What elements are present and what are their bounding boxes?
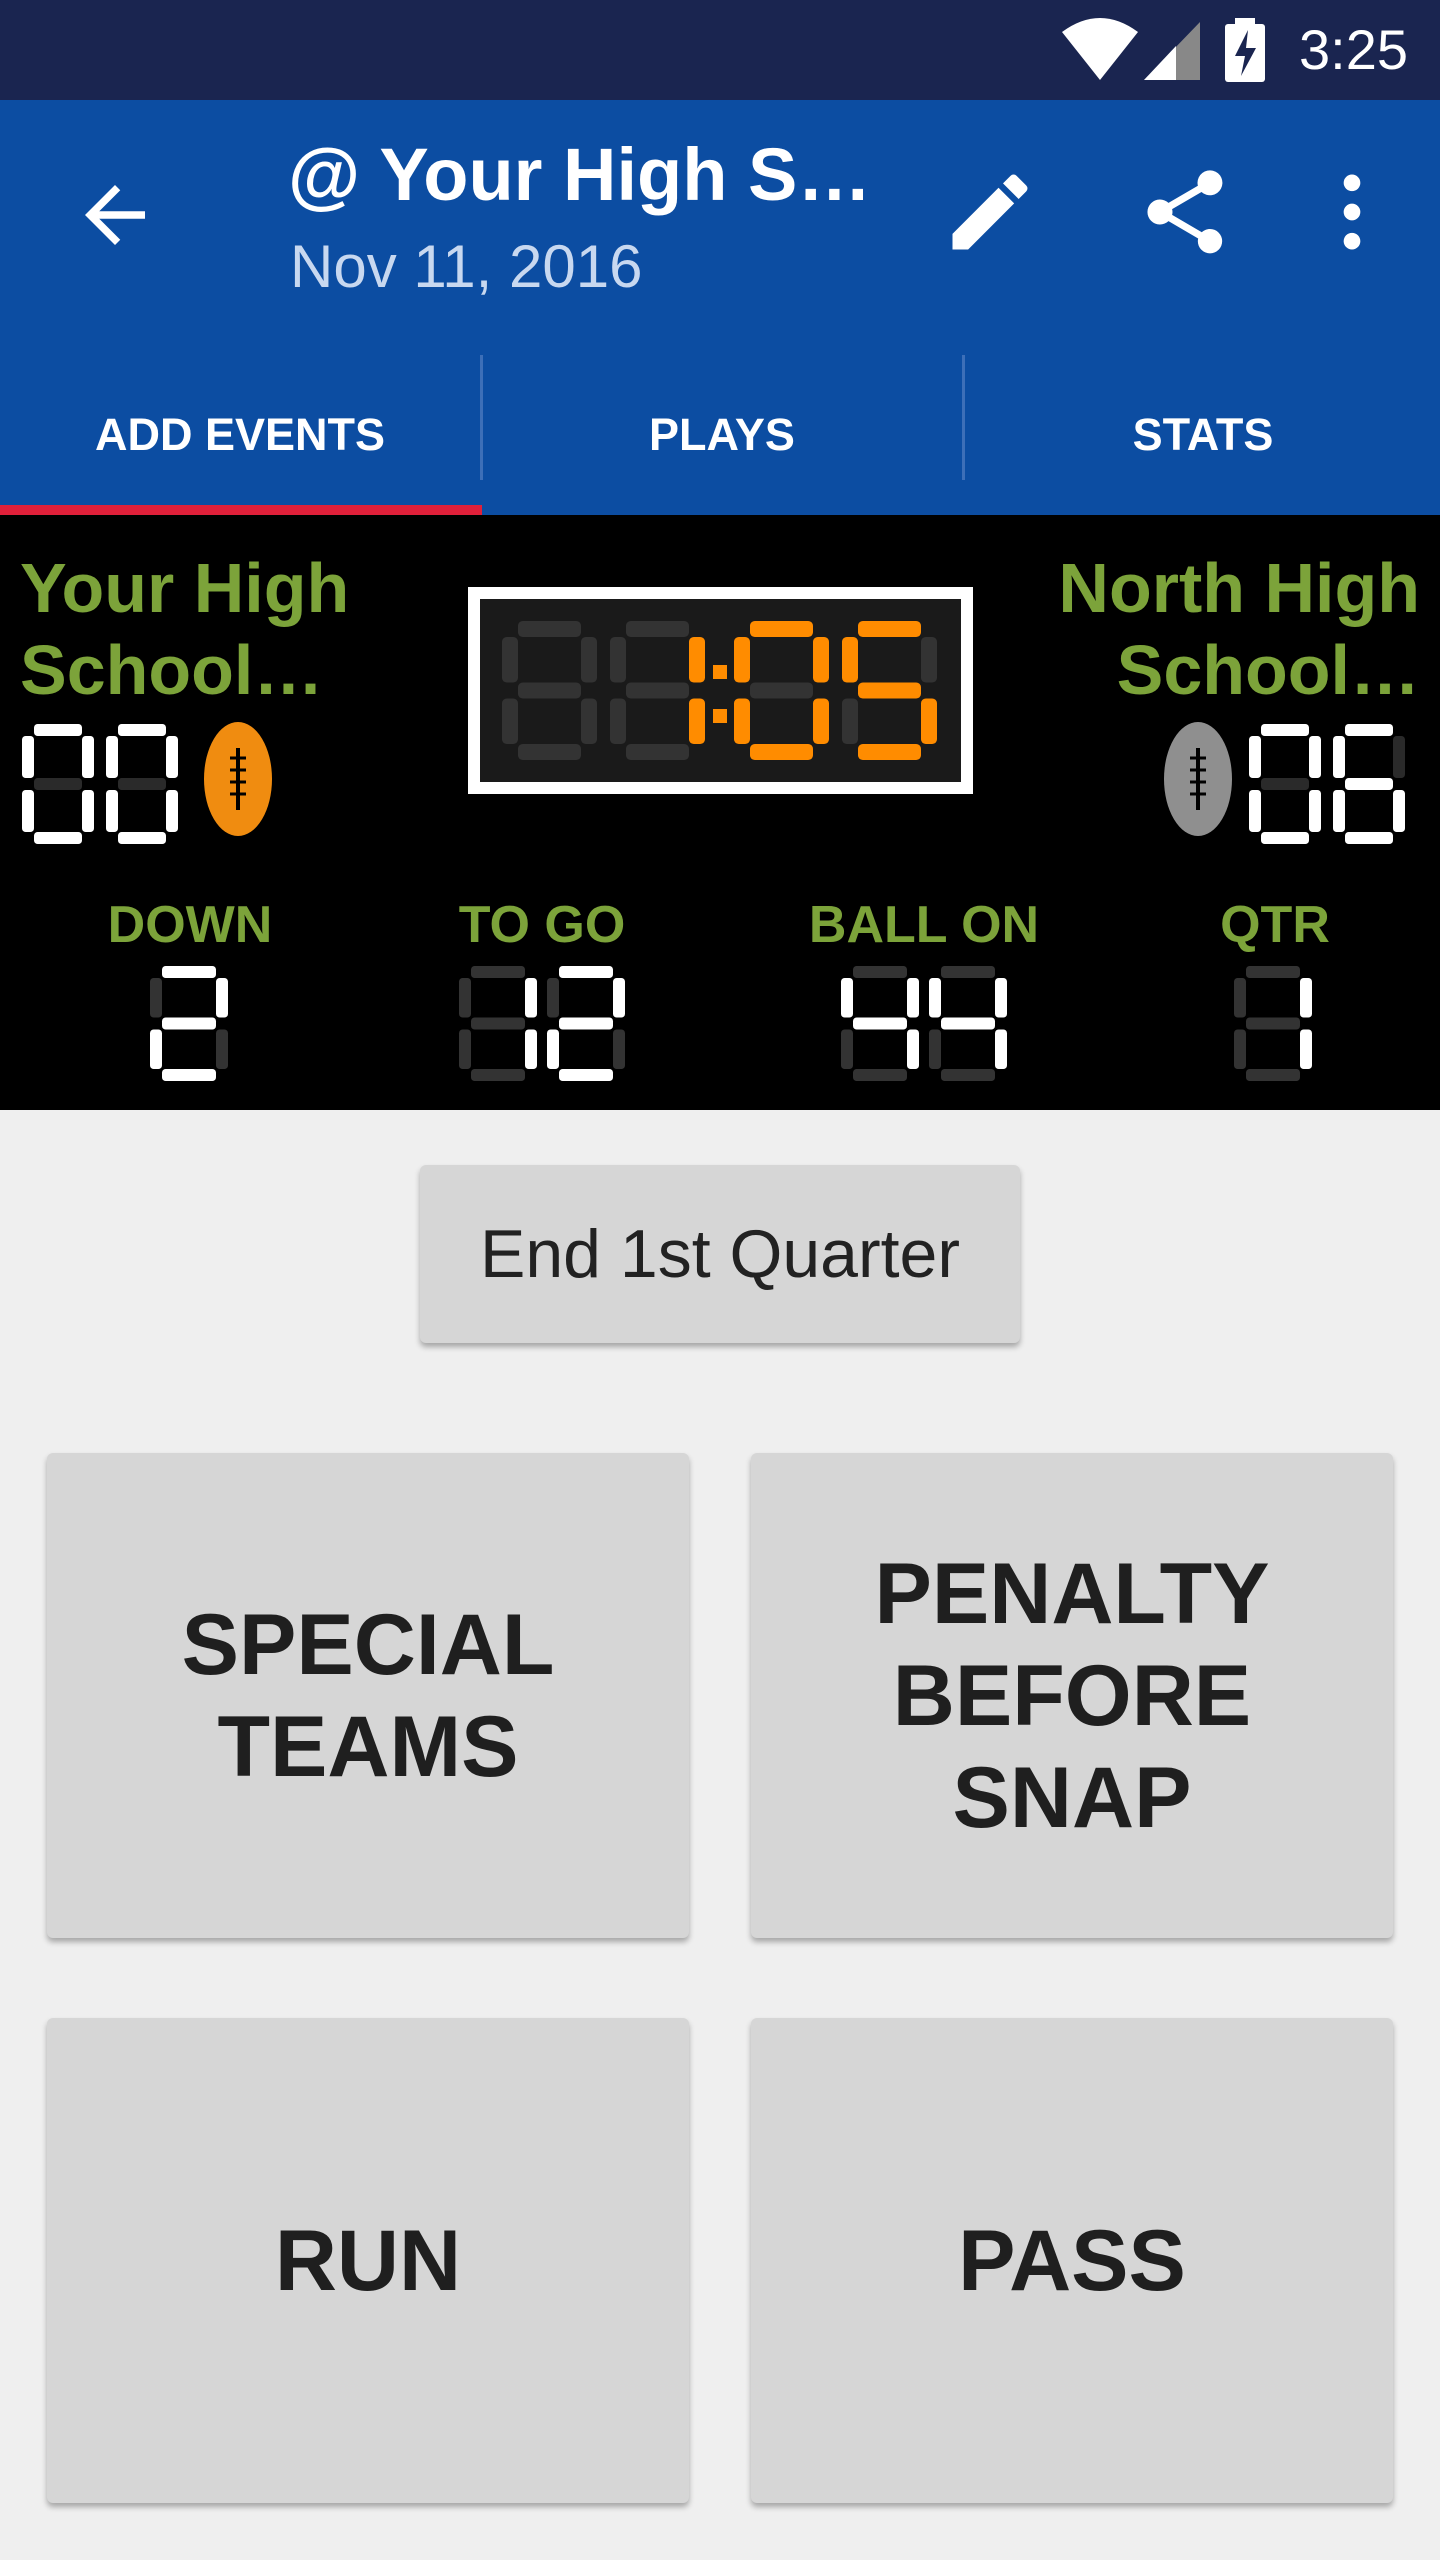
more-vert-icon[interactable] <box>1302 162 1402 262</box>
status-bar: 3:25 <box>0 0 1440 100</box>
away-score <box>1249 724 1405 844</box>
to-go-value <box>459 966 625 1081</box>
seven-segment-digit <box>106 724 178 844</box>
ball-on-label: BALL ON <box>808 896 1040 954</box>
tab-plays[interactable]: PLAYS <box>482 350 962 515</box>
seven-segment-digit <box>547 966 625 1081</box>
penalty-before-snap-button[interactable]: PENALTY BEFORE SNAP <box>751 1453 1393 1938</box>
seven-segment-digit <box>459 966 537 1081</box>
pencil-icon[interactable] <box>940 162 1040 262</box>
game-clock-digits <box>502 621 937 760</box>
tab-bar: ADD EVENTS PLAYS STATS <box>0 350 1440 515</box>
seven-segment-digit <box>842 621 937 760</box>
seven-segment-digit <box>150 966 228 1081</box>
tab-selected-indicator <box>0 505 482 515</box>
seven-segment-digit <box>1234 966 1312 1081</box>
tab-stats[interactable]: STATS <box>963 350 1440 515</box>
pass-button[interactable]: PASS <box>751 2018 1393 2503</box>
tab-divider <box>962 355 965 480</box>
clock-colon <box>713 665 727 679</box>
football-icon <box>204 722 272 836</box>
share-icon[interactable] <box>1135 162 1235 262</box>
seven-segment-digit <box>1249 724 1321 844</box>
game-clock[interactable] <box>468 587 973 794</box>
football-icon <box>1164 722 1232 836</box>
status-time: 3:25 <box>1299 18 1408 81</box>
run-button[interactable]: RUN <box>47 2018 689 2503</box>
quarter-label: QTR <box>1220 896 1330 954</box>
special-teams-button[interactable]: SPECIAL TEAMS <box>47 1453 689 1938</box>
down-value <box>150 966 228 1081</box>
penalty-line1: PENALTY <box>874 1545 1270 1642</box>
quarter-value <box>1234 966 1312 1081</box>
home-team-name: Your High School… <box>20 549 350 709</box>
penalty-line3: SNAP <box>952 1749 1192 1846</box>
end-quarter-button[interactable]: End 1st Quarter <box>420 1165 1020 1343</box>
cellular-signal-icon <box>1144 22 1200 80</box>
away-team-name: North High School… <box>1058 549 1420 709</box>
page-subtitle-date: Nov 11, 2016 <box>290 233 643 300</box>
ball-on-value <box>841 966 1007 1081</box>
seven-segment-digit <box>22 724 94 844</box>
down-label: DOWN <box>107 896 273 954</box>
special-teams-line1: SPECIAL <box>181 1596 555 1693</box>
tab-add-events[interactable]: ADD EVENTS <box>0 350 480 515</box>
clock-colon <box>713 709 727 723</box>
seven-segment-digit <box>610 621 705 760</box>
seven-segment-digit <box>929 966 1007 1081</box>
page-title: @ Your High S… <box>288 133 872 216</box>
wifi-icon <box>1062 18 1138 80</box>
battery-charging-icon <box>1225 18 1265 82</box>
home-score <box>22 724 178 844</box>
seven-segment-digit <box>1333 724 1405 844</box>
seven-segment-digit <box>502 621 597 760</box>
penalty-line2: BEFORE <box>892 1647 1252 1744</box>
back-arrow-icon[interactable] <box>70 170 160 260</box>
to-go-label: TO GO <box>458 896 626 954</box>
scoreboard: Your High School… North High School… DOW… <box>0 515 1440 1110</box>
run-label: RUN <box>274 2212 462 2309</box>
tab-divider <box>480 355 483 480</box>
special-teams-line2: TEAMS <box>217 1698 519 1795</box>
pass-label: PASS <box>958 2212 1186 2309</box>
seven-segment-digit <box>734 621 829 760</box>
seven-segment-digit <box>841 966 919 1081</box>
